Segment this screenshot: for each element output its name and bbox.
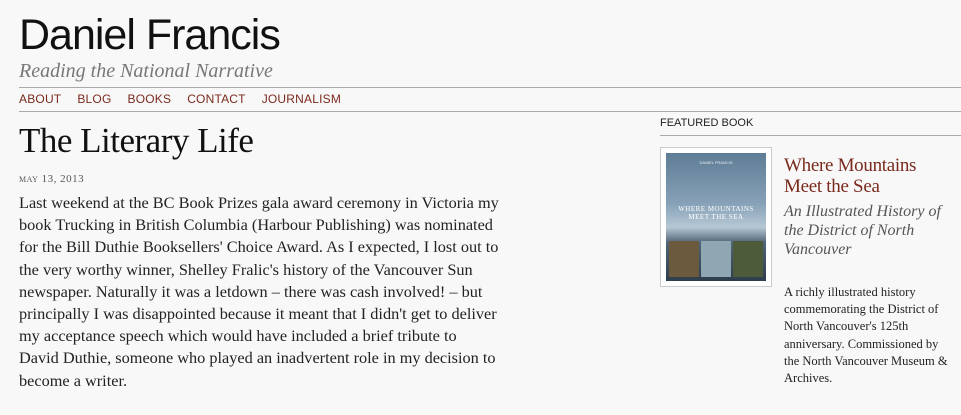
featured-book-heading: FEATURED BOOK <box>660 117 754 129</box>
post-body: Last weekend at the BC Book Prizes gala … <box>19 193 499 390</box>
nav-top-divider <box>19 87 961 88</box>
featured-book-description: A richly illustrated history commemorati… <box>784 285 948 386</box>
book-cover-link[interactable]: DANIEL FRANCIS WHERE MOUNTAINS MEET THE … <box>660 147 772 287</box>
site-tagline: Reading the National Narrative <box>19 60 273 82</box>
cover-author: DANIEL FRANCIS <box>699 160 733 165</box>
featured-book-title-link[interactable]: Where Mountains Meet the Sea <box>784 155 954 197</box>
cover-photo-strip <box>669 241 763 277</box>
nav-bottom-divider <box>19 111 961 112</box>
nav-books[interactable]: BOOKS <box>128 91 172 107</box>
book-cover-image: DANIEL FRANCIS WHERE MOUNTAINS MEET THE … <box>666 153 766 281</box>
site-title[interactable]: Daniel Francis <box>19 9 281 61</box>
nav-contact[interactable]: CONTACT <box>187 91 246 107</box>
sidebar-divider <box>660 135 961 136</box>
main-nav: ABOUT BLOG BOOKS CONTACT JOURNALISM <box>19 91 341 107</box>
nav-about[interactable]: ABOUT <box>19 91 61 107</box>
post-date: MAY 13, 2013 <box>19 173 85 185</box>
post-title: The Literary Life <box>19 121 254 160</box>
nav-journalism[interactable]: JOURNALISM <box>262 91 341 107</box>
featured-book-subtitle: An Illustrated History of the District o… <box>784 203 941 258</box>
nav-blog[interactable]: BLOG <box>77 91 111 107</box>
cover-title: WHERE MOUNTAINS MEET THE SEA <box>678 205 754 221</box>
